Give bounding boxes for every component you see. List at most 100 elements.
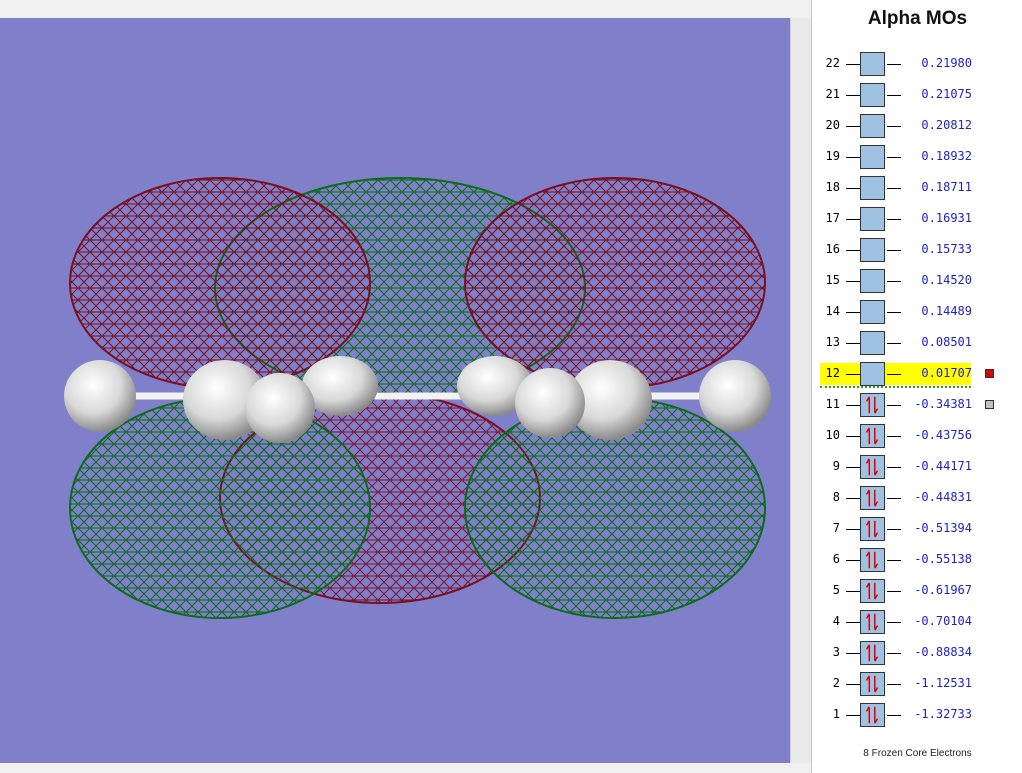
level-line xyxy=(846,250,860,251)
mo-level-box[interactable] xyxy=(860,610,885,634)
level-line xyxy=(887,64,901,65)
surface-color-swatch[interactable] xyxy=(985,400,994,409)
vertical-scrollbar[interactable] xyxy=(790,18,811,763)
level-line xyxy=(887,157,901,158)
mo-number: 19 xyxy=(825,149,840,163)
panel-title: Alpha MOs xyxy=(867,8,968,29)
level-line xyxy=(887,281,901,282)
level-line xyxy=(846,591,860,592)
spin-down-arrow xyxy=(874,551,879,569)
mo-level-4[interactable]: 4 -0.70104 xyxy=(812,610,1022,641)
spin-up-arrow xyxy=(865,644,871,662)
level-line xyxy=(846,715,860,716)
mo-level-box[interactable] xyxy=(860,424,885,448)
mo-level-6[interactable]: 6 -0.55138 xyxy=(812,548,1022,579)
level-line xyxy=(846,622,860,623)
mo-level-2[interactable]: 2 -1.12531 xyxy=(812,672,1022,703)
mo-energy: 0.16931 xyxy=(921,211,972,225)
mo-level-box[interactable] xyxy=(860,145,885,169)
mo-level-3[interactable]: 3 -0.88834 xyxy=(812,641,1022,672)
spin-down-arrow xyxy=(874,675,879,693)
level-line xyxy=(887,188,901,189)
mo-level-7[interactable]: 7 -0.51394 xyxy=(812,517,1022,548)
lobe-left-top xyxy=(69,177,371,389)
mo-level-box[interactable] xyxy=(860,579,885,603)
molecule-viewer[interactable] xyxy=(0,18,790,763)
mo-level-box[interactable] xyxy=(860,300,885,324)
mo-number: 10 xyxy=(825,428,840,442)
mo-number: 15 xyxy=(825,273,840,287)
spin-down-arrow xyxy=(874,613,879,631)
spin-down-arrow xyxy=(874,582,879,600)
mo-level-box[interactable] xyxy=(860,52,885,76)
mo-energy: -0.43756 xyxy=(914,428,972,442)
spin-up-arrow xyxy=(865,520,871,538)
level-line xyxy=(846,281,860,282)
mo-level-box[interactable] xyxy=(860,548,885,572)
hydrogen-atom xyxy=(515,368,585,438)
mo-level-box[interactable] xyxy=(860,207,885,231)
mo-level-18[interactable]: 18 0.18711 xyxy=(812,176,1022,207)
mo-level-box[interactable] xyxy=(860,455,885,479)
mo-level-box[interactable] xyxy=(860,517,885,541)
frozen-core-note: 8 Frozen Core Electrons xyxy=(863,748,972,759)
mo-energy: 0.14520 xyxy=(921,273,972,287)
level-line xyxy=(887,715,901,716)
mo-level-9[interactable]: 9 -0.44171 xyxy=(812,455,1022,486)
mo-level-box[interactable] xyxy=(860,238,885,262)
mo-level-13[interactable]: 13 0.08501 xyxy=(812,331,1022,362)
mo-level-16[interactable]: 16 0.15733 xyxy=(812,238,1022,269)
mo-level-1[interactable]: 1 -1.32733 xyxy=(812,703,1022,734)
mo-level-box[interactable] xyxy=(860,703,885,727)
electron-pair-icon xyxy=(865,613,879,631)
mo-level-22[interactable]: 22 0.21980 xyxy=(812,52,1022,83)
mo-number: 9 xyxy=(832,459,840,473)
spin-down-arrow xyxy=(874,489,879,507)
mo-number: 8 xyxy=(832,490,840,504)
level-line xyxy=(846,188,860,189)
mo-level-box[interactable] xyxy=(860,362,885,386)
surface-color-swatch[interactable] xyxy=(985,369,994,378)
spin-up-arrow xyxy=(865,613,871,631)
mo-level-box[interactable] xyxy=(860,114,885,138)
mo-energy: -0.51394 xyxy=(914,521,972,535)
mo-level-11[interactable]: 11 -0.34381 xyxy=(812,393,1022,424)
mo-number: 7 xyxy=(832,521,840,535)
spin-down-arrow xyxy=(874,427,879,445)
spin-down-arrow xyxy=(874,644,879,662)
mo-level-19[interactable]: 19 0.18932 xyxy=(812,145,1022,176)
mo-level-box[interactable] xyxy=(860,176,885,200)
mo-level-21[interactable]: 21 0.21075 xyxy=(812,83,1022,114)
level-line xyxy=(887,219,901,220)
mo-level-10[interactable]: 10 -0.43756 xyxy=(812,424,1022,455)
mo-level-box[interactable] xyxy=(860,393,885,417)
mo-number: 6 xyxy=(832,552,840,566)
mo-level-5[interactable]: 5 -0.61967 xyxy=(812,579,1022,610)
mo-level-8[interactable]: 8 -0.44831 xyxy=(812,486,1022,517)
mo-number: 4 xyxy=(832,614,840,628)
mo-level-box[interactable] xyxy=(860,486,885,510)
mo-level-box[interactable] xyxy=(860,331,885,355)
level-line xyxy=(887,405,901,406)
electron-pair-icon xyxy=(865,489,879,507)
mo-level-box[interactable] xyxy=(860,672,885,696)
level-line xyxy=(887,312,901,313)
mo-energy: -0.44831 xyxy=(914,490,972,504)
mo-level-17[interactable]: 17 0.16931 xyxy=(812,207,1022,238)
mo-level-box[interactable] xyxy=(860,83,885,107)
mo-level-20[interactable]: 20 0.20812 xyxy=(812,114,1022,145)
level-line xyxy=(887,653,901,654)
electron-pair-icon xyxy=(865,675,879,693)
mo-level-14[interactable]: 14 0.14489 xyxy=(812,300,1022,331)
level-line xyxy=(887,95,901,96)
mo-number: 1 xyxy=(832,707,840,721)
mo-level-15[interactable]: 15 0.14520 xyxy=(812,269,1022,300)
mo-level-12[interactable]: 12 0.01707 xyxy=(812,362,1022,393)
hydrogen-atom xyxy=(64,360,136,432)
mo-energy: 0.01707 xyxy=(921,366,972,380)
mo-number: 2 xyxy=(832,676,840,690)
mo-level-box[interactable] xyxy=(860,641,885,665)
electron-pair-icon xyxy=(865,458,879,476)
orbital-render[interactable] xyxy=(0,18,790,763)
mo-level-box[interactable] xyxy=(860,269,885,293)
